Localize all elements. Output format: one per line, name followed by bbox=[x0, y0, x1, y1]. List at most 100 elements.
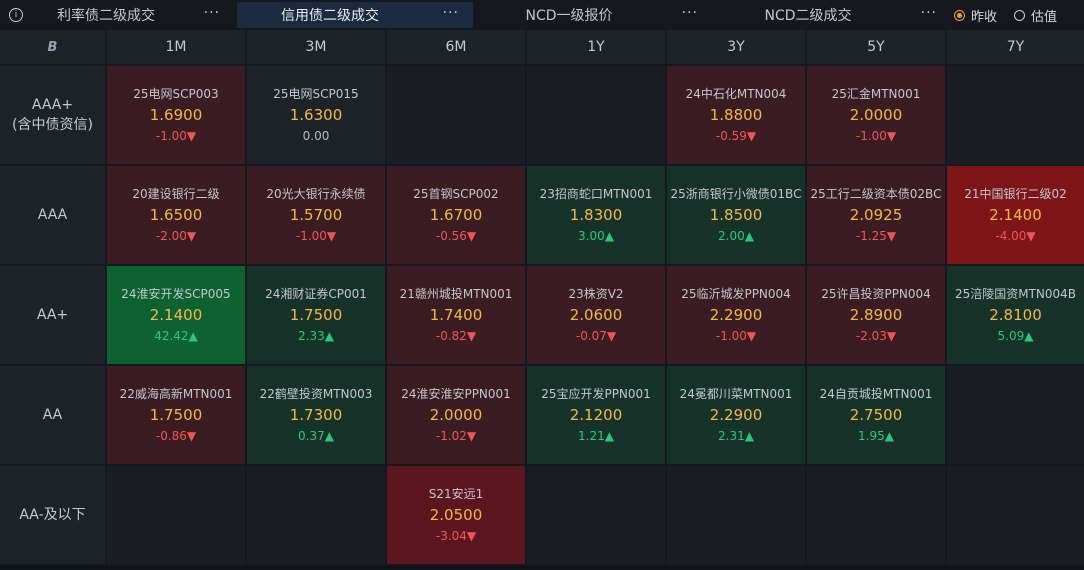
row-label: AAA+ bbox=[31, 97, 74, 113]
row-header: AAA+ (含中债资信) bbox=[0, 66, 105, 164]
tab-rate-bond-secondary[interactable]: 利率债二级成交 ··· bbox=[28, 2, 234, 28]
bond-name: S21安远1 bbox=[428, 487, 484, 501]
bond-yield: 2.1400 bbox=[149, 306, 203, 324]
more-icon[interactable]: ··· bbox=[682, 5, 698, 21]
bond-cell[interactable]: S21安远1 2.0500 -3.04▼ bbox=[387, 466, 525, 564]
bond-change: -4.00▼ bbox=[995, 229, 1036, 243]
bond-name: 24湘财证券CP001 bbox=[265, 287, 367, 301]
bond-name: 25许昌投资PPN004 bbox=[821, 287, 931, 301]
tab-label: 信用债二级成交 bbox=[281, 8, 379, 24]
tab-ncd-primary-quote[interactable]: NCD一级报价 ··· bbox=[476, 2, 712, 28]
bond-cell[interactable]: 23株资V2 2.0600 -0.07▼ bbox=[527, 266, 665, 364]
bond-name: 25涪陵国资MTN004B bbox=[954, 287, 1077, 301]
bond-cell[interactable]: 20建设银行二级 1.6500 -2.00▼ bbox=[107, 166, 245, 264]
bond-cell[interactable]: 24淮安开发SCP005 2.1400 42.42▲ bbox=[107, 266, 245, 364]
bond-name: 25首钢SCP002 bbox=[413, 187, 499, 201]
column-header-5y: 5Y bbox=[807, 30, 945, 64]
bond-cell[interactable]: 25汇金MTN001 2.0000 -1.00▼ bbox=[807, 66, 945, 164]
bond-change: 5.09▲ bbox=[997, 329, 1034, 343]
bond-change: 0.37▲ bbox=[298, 429, 334, 443]
radio-label: 估值 bbox=[1031, 9, 1058, 25]
corner-cell: B bbox=[0, 30, 105, 64]
empty-cell bbox=[667, 466, 805, 564]
bond-name: 25工行二级资本债02BC bbox=[810, 187, 942, 201]
bond-cell[interactable]: 25电网SCP015 1.6300 0.00 bbox=[247, 66, 385, 164]
bond-yield: 1.8800 bbox=[709, 106, 763, 124]
credit-bond-matrix: B 1M 3M 6M 1Y 3Y 5Y 7Y AAA+ (含中债资信) 25电网SCP003 1.6… bbox=[0, 30, 1084, 570]
row-label: AAA bbox=[37, 207, 68, 223]
empty-cell bbox=[947, 366, 1084, 464]
bond-cell[interactable]: 25涪陵国资MTN004B 2.8100 5.09▲ bbox=[947, 266, 1084, 364]
bond-yield: 1.6700 bbox=[429, 206, 483, 224]
bond-yield: 1.7400 bbox=[429, 306, 483, 324]
bond-cell[interactable]: 25许昌投资PPN004 2.8900 -2.03▼ bbox=[807, 266, 945, 364]
empty-cell bbox=[247, 466, 385, 564]
empty-cell bbox=[947, 466, 1084, 564]
radio-prev-close[interactable]: 昨收 bbox=[954, 7, 997, 25]
bottom-scrollbar[interactable] bbox=[0, 566, 1084, 570]
bond-yield: 2.1200 bbox=[569, 406, 623, 424]
bond-name: 20光大银行永续债 bbox=[266, 187, 366, 201]
bond-yield: 2.0925 bbox=[849, 206, 903, 224]
bond-change: 3.00▲ bbox=[578, 229, 614, 243]
bond-change: 1.95▲ bbox=[858, 429, 894, 443]
bond-name: 25电网SCP003 bbox=[133, 87, 219, 101]
info-icon[interactable]: i bbox=[9, 8, 23, 22]
bond-name: 25汇金MTN001 bbox=[831, 87, 921, 101]
bond-change: -0.86▼ bbox=[155, 429, 197, 443]
bond-cell[interactable]: 24湘财证券CP001 1.7500 2.33▲ bbox=[247, 266, 385, 364]
radio-dot-icon bbox=[954, 9, 965, 21]
bond-change: -0.59▼ bbox=[715, 129, 757, 143]
bond-cell[interactable]: 21赣州城投MTN001 1.7400 -0.82▼ bbox=[387, 266, 525, 364]
tab-label: NCD一级报价 bbox=[525, 8, 613, 24]
row-header: AA bbox=[0, 366, 105, 464]
row-label: AA-及以下 bbox=[19, 507, 86, 523]
bond-change: 0.00 bbox=[302, 129, 330, 143]
tab-credit-bond-secondary[interactable]: 信用债二级成交 ··· bbox=[237, 2, 473, 28]
bond-name: 23招商蛇口MTN001 bbox=[539, 187, 653, 201]
bond-cell[interactable]: 20光大银行永续债 1.5700 -1.00▼ bbox=[247, 166, 385, 264]
row-header: AA+ bbox=[0, 266, 105, 364]
bond-cell[interactable]: 25工行二级资本债02BC 2.0925 -1.25▼ bbox=[807, 166, 945, 264]
bond-change: 1.21▲ bbox=[578, 429, 614, 443]
row-label: AA+ bbox=[36, 307, 69, 323]
bond-name: 25宝应开发PPN001 bbox=[541, 387, 651, 401]
bond-change: -1.00▼ bbox=[155, 129, 197, 143]
more-icon[interactable]: ··· bbox=[921, 5, 937, 21]
bond-cell[interactable]: 25电网SCP003 1.6900 -1.00▼ bbox=[107, 66, 245, 164]
bond-cell[interactable]: 25宝应开发PPN001 2.1200 1.21▲ bbox=[527, 366, 665, 464]
bond-cell[interactable]: 21中国银行二级02 2.1400 -4.00▼ bbox=[947, 166, 1084, 264]
bond-cell[interactable]: 22威海高新MTN001 1.7500 -0.86▼ bbox=[107, 366, 245, 464]
bond-change: -1.00▼ bbox=[855, 129, 897, 143]
bond-cell[interactable]: 25临沂城发PPN004 2.2900 -1.00▼ bbox=[667, 266, 805, 364]
bond-cell[interactable]: 24淮安淮安PPN001 2.0000 -1.02▼ bbox=[387, 366, 525, 464]
radio-valuation[interactable]: 估值 bbox=[1014, 7, 1058, 25]
column-header-1m: 1M bbox=[107, 30, 245, 64]
more-icon[interactable]: ··· bbox=[204, 5, 220, 21]
bond-name: 25临沂城发PPN004 bbox=[681, 287, 791, 301]
more-icon[interactable]: ··· bbox=[443, 5, 459, 21]
bond-yield: 1.8500 bbox=[709, 206, 763, 224]
radio-dot-icon bbox=[1014, 9, 1025, 21]
bond-change: -1.02▼ bbox=[435, 429, 477, 443]
bond-cell[interactable]: 24中石化MTN004 1.8800 -0.59▼ bbox=[667, 66, 805, 164]
row-header: AAA bbox=[0, 166, 105, 264]
tab-ncd-secondary[interactable]: NCD二级成交 ··· bbox=[715, 2, 951, 28]
bond-change: 42.42▲ bbox=[154, 329, 198, 343]
bond-cell[interactable]: 25首钢SCP002 1.6700 -0.56▼ bbox=[387, 166, 525, 264]
bond-name: 24淮安淮安PPN001 bbox=[401, 387, 511, 401]
bond-yield: 1.6500 bbox=[149, 206, 203, 224]
bond-cell[interactable]: 22鹤壁投资MTN003 1.7300 0.37▲ bbox=[247, 366, 385, 464]
bond-name: 20建设银行二级 bbox=[132, 187, 220, 201]
tab-label: 利率债二级成交 bbox=[57, 8, 155, 24]
bond-cell[interactable]: 25浙商银行小微债01BC 1.8500 2.00▲ bbox=[667, 166, 805, 264]
bond-cell[interactable]: 24冕都川菜MTN001 2.2900 2.31▲ bbox=[667, 366, 805, 464]
bond-change: -2.03▼ bbox=[855, 329, 897, 343]
bond-cell[interactable]: 23招商蛇口MTN001 1.8300 3.00▲ bbox=[527, 166, 665, 264]
bond-change: -2.00▼ bbox=[155, 229, 197, 243]
empty-cell bbox=[947, 66, 1084, 164]
bond-cell[interactable]: 24自贡城投MTN001 2.7500 1.95▲ bbox=[807, 366, 945, 464]
tab-label: NCD二级成交 bbox=[764, 8, 852, 24]
bond-yield: 2.0000 bbox=[429, 406, 483, 424]
empty-cell bbox=[527, 466, 665, 564]
